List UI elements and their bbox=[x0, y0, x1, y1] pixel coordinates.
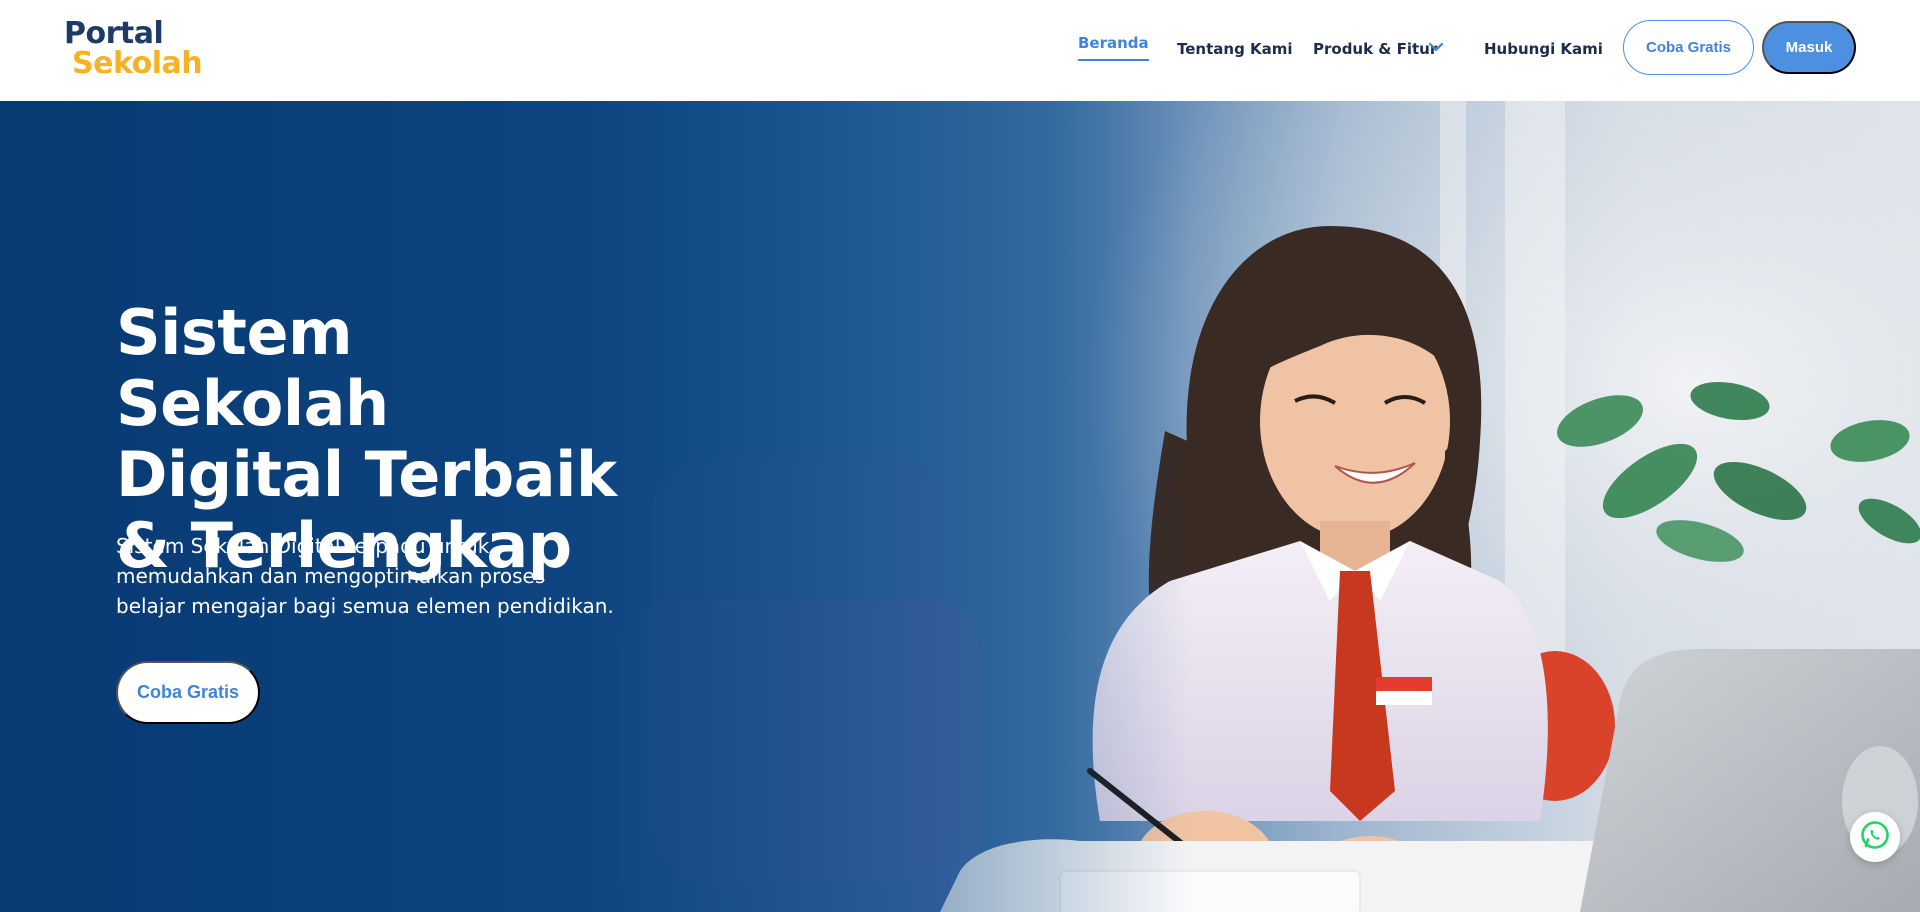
site-header: Portal Sekolah Beranda Tentang Kami Prod… bbox=[0, 0, 1920, 101]
whatsapp-float-button[interactable] bbox=[1850, 812, 1900, 862]
nav-item-tentang-kami[interactable]: Tentang Kami bbox=[1177, 40, 1293, 58]
hero-title-line-1: Sistem Sekolah bbox=[116, 296, 389, 440]
hero-section: Sistem Sekolah Digital Terbaik & Terleng… bbox=[0, 101, 1920, 912]
logo-text-sekolah: Sekolah bbox=[72, 46, 203, 81]
hero-title-line-2: Digital Terbaik bbox=[116, 438, 617, 511]
whatsapp-icon bbox=[1859, 819, 1891, 855]
nav-item-hubungi-kami[interactable]: Hubungi Kami bbox=[1484, 40, 1603, 58]
chevron-down-icon[interactable] bbox=[1427, 38, 1445, 56]
hero-trial-button[interactable]: Coba Gratis bbox=[116, 661, 260, 724]
trial-button[interactable]: Coba Gratis bbox=[1623, 20, 1754, 75]
portal-sekolah-logo[interactable]: Portal Sekolah bbox=[64, 16, 204, 82]
login-button[interactable]: Masuk bbox=[1762, 21, 1856, 74]
nav-item-produk-fitur[interactable]: Produk & Fitur bbox=[1313, 40, 1437, 58]
hero-description: Sistem Sekolah Digital terpadu untuk mem… bbox=[116, 534, 614, 618]
nav-item-beranda[interactable]: Beranda bbox=[1078, 34, 1149, 61]
